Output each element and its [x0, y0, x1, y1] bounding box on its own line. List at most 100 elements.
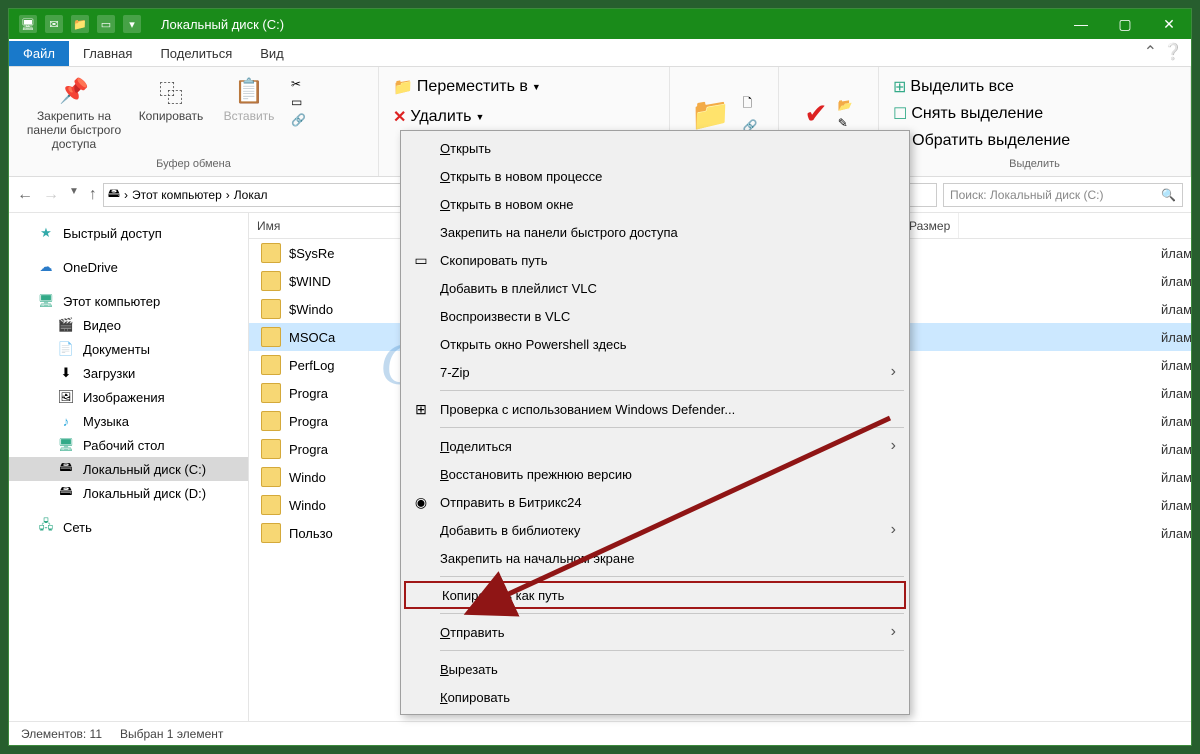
menu-item-label: Открыть в новом окне: [440, 197, 573, 212]
menu-item-label: Добавить в библиотеку: [440, 523, 580, 538]
qat-icon-2[interactable]: 📁: [71, 15, 89, 33]
properties-icon[interactable]: ✔: [804, 97, 827, 130]
file-name: PerfLog: [289, 358, 335, 373]
open-icon[interactable]: 📂: [838, 98, 853, 112]
menu-item-label: 7-Zip: [440, 365, 470, 380]
file-name: Windo: [289, 498, 326, 513]
qat-dropdown[interactable]: ▾: [123, 15, 141, 33]
folder-icon: [261, 299, 281, 319]
menu-item-icon: ◉: [412, 493, 430, 511]
nav-drive-c[interactable]: 🖴Локальный диск (C:): [9, 457, 248, 481]
submenu-arrow-icon: ›: [891, 363, 896, 381]
history-icon[interactable]: ✎: [838, 116, 853, 130]
submenu-arrow-icon: ›: [891, 521, 896, 539]
search-box[interactable]: Поиск: Локальный диск (C:) 🔍: [943, 183, 1183, 207]
menu-item-label: Скопировать путь: [440, 253, 548, 268]
breadcrumb-drive[interactable]: Локал: [234, 188, 268, 202]
menu-item-label: Воспроизвести в VLC: [440, 309, 570, 324]
qat-icon-1[interactable]: ✉: [45, 15, 63, 33]
menu-item-label: Добавить в плейлист VLC: [440, 281, 597, 296]
context-menu-item[interactable]: ▭Скопировать путь: [404, 246, 906, 274]
folder-icon: [261, 243, 281, 263]
context-menu[interactable]: ОткрытьОткрыть в новом процессе Открыть в…: [400, 130, 910, 715]
nav-downloads[interactable]: ⬇Загрузки: [9, 361, 248, 385]
file-type: йлами: [1161, 526, 1191, 541]
forward-button[interactable]: →: [43, 186, 59, 204]
delete-button[interactable]: ✕Удалить ▼: [389, 105, 488, 129]
nav-desktop[interactable]: 🖥Рабочий стол: [9, 433, 248, 457]
invert-selection-button[interactable]: ◫Обратить выделение: [889, 129, 1074, 153]
file-name: Пользо: [289, 526, 333, 541]
context-menu-item[interactable]: Копировать: [404, 683, 906, 711]
context-menu-item[interactable]: Копировать как путь: [404, 581, 906, 609]
ribbon-collapse[interactable]: ⌃❔: [1136, 38, 1191, 66]
context-menu-item[interactable]: Восстановить прежнюю версию: [404, 460, 906, 488]
file-name: $WIND: [289, 274, 331, 289]
folder-icon: [261, 439, 281, 459]
close-button[interactable]: ✕: [1147, 9, 1191, 39]
context-menu-item[interactable]: Добавить в библиотеку ›: [404, 516, 906, 544]
up-button[interactable]: ↑: [89, 186, 97, 204]
copy-button[interactable]: ⿻ Копировать: [135, 71, 207, 127]
breadcrumb-pc[interactable]: Этот компьютер: [132, 188, 222, 202]
file-name: $SysRe: [289, 246, 335, 261]
file-name: Windo: [289, 470, 326, 485]
context-menu-item[interactable]: Открыть в новом процессе: [404, 162, 906, 190]
context-menu-item[interactable]: Открыть: [404, 134, 906, 162]
maximize-button[interactable]: ▢: [1103, 9, 1147, 39]
context-menu-item[interactable]: Поделиться›: [404, 432, 906, 460]
context-menu-item[interactable]: Закрепить на панели быстрого доступа: [404, 218, 906, 246]
file-type: йлами: [1161, 330, 1191, 345]
tab-view[interactable]: Вид: [246, 41, 298, 66]
context-menu-item[interactable]: ⊞Проверка с использованием Windows Defen…: [404, 395, 906, 423]
context-menu-item[interactable]: Открыть окно Powershell здесь: [404, 330, 906, 358]
nav-network[interactable]: 🖧Сеть: [9, 515, 248, 539]
title-bar[interactable]: 🖥 ✉ 📁 ▭ ▾ Локальный диск (C:) — ▢ ✕: [9, 9, 1191, 39]
tab-share[interactable]: Поделиться: [146, 41, 246, 66]
status-bar: Элементов: 11 Выбран 1 элемент: [9, 721, 1191, 745]
status-count: Элементов: 11: [21, 727, 102, 741]
recent-dropdown[interactable]: ▼: [69, 186, 79, 204]
context-menu-item[interactable]: 7-Zip ›: [404, 358, 906, 386]
nav-quick-access[interactable]: ★Быстрый доступ: [9, 221, 248, 245]
file-type: йлами: [1161, 302, 1191, 317]
file-type: йлами: [1161, 358, 1191, 373]
move-to-button[interactable]: 📁Переместить в ▼: [389, 75, 545, 99]
context-menu-item[interactable]: Вырезать: [404, 655, 906, 683]
pin-icon: 📌: [58, 75, 90, 107]
cut-icon[interactable]: ✂: [291, 77, 306, 91]
context-menu-item[interactable]: Открыть в новом окне: [404, 190, 906, 218]
nav-pictures[interactable]: 🖼Изображения: [9, 385, 248, 409]
nav-video[interactable]: 🎬Видео: [9, 313, 248, 337]
submenu-arrow-icon: ›: [891, 437, 896, 455]
file-name: $Windo: [289, 302, 333, 317]
tab-home[interactable]: Главная: [69, 41, 146, 66]
nav-this-pc[interactable]: 🖥Этот компьютер: [9, 289, 248, 313]
context-menu-item[interactable]: ◉Отправить в Битрикс24: [404, 488, 906, 516]
pin-quick-access-button[interactable]: 📌 Закрепить на панели быстрого доступа: [19, 71, 129, 155]
new-folder-icon[interactable]: 📁: [691, 95, 731, 133]
context-menu-item[interactable]: Закрепить на начальном экране: [404, 544, 906, 572]
app-icon: 🖥: [19, 15, 37, 33]
copy-path-icon[interactable]: ▭: [291, 95, 306, 109]
minimize-button[interactable]: —: [1059, 9, 1103, 39]
menu-item-label: Копировать: [440, 690, 510, 705]
context-menu-item[interactable]: Воспроизвести в VLC: [404, 302, 906, 330]
new-item-icon[interactable]: 🗋: [742, 94, 757, 115]
submenu-arrow-icon: ›: [891, 623, 896, 641]
window-title: Локальный диск (C:): [151, 17, 1059, 32]
nav-drive-d[interactable]: 🖴Локальный диск (D:): [9, 481, 248, 505]
back-button[interactable]: ←: [17, 186, 33, 204]
select-all-button[interactable]: ⊞Выделить все: [889, 75, 1018, 99]
nav-onedrive[interactable]: ☁OneDrive: [9, 255, 248, 279]
navigation-pane[interactable]: ★Быстрый доступ ☁OneDrive 🖥Этот компьюте…: [9, 213, 249, 721]
search-icon[interactable]: 🔍: [1161, 188, 1176, 202]
select-none-button[interactable]: ☐Снять выделение: [889, 102, 1047, 126]
qat-icon-3[interactable]: ▭: [97, 15, 115, 33]
context-menu-item[interactable]: Добавить в плейлист VLC: [404, 274, 906, 302]
paste-shortcut-icon[interactable]: 🔗: [291, 113, 306, 127]
nav-documents[interactable]: 📄Документы: [9, 337, 248, 361]
nav-music[interactable]: ♪Музыка: [9, 409, 248, 433]
tab-file[interactable]: Файл: [9, 41, 69, 66]
context-menu-item[interactable]: Отправить›: [404, 618, 906, 646]
